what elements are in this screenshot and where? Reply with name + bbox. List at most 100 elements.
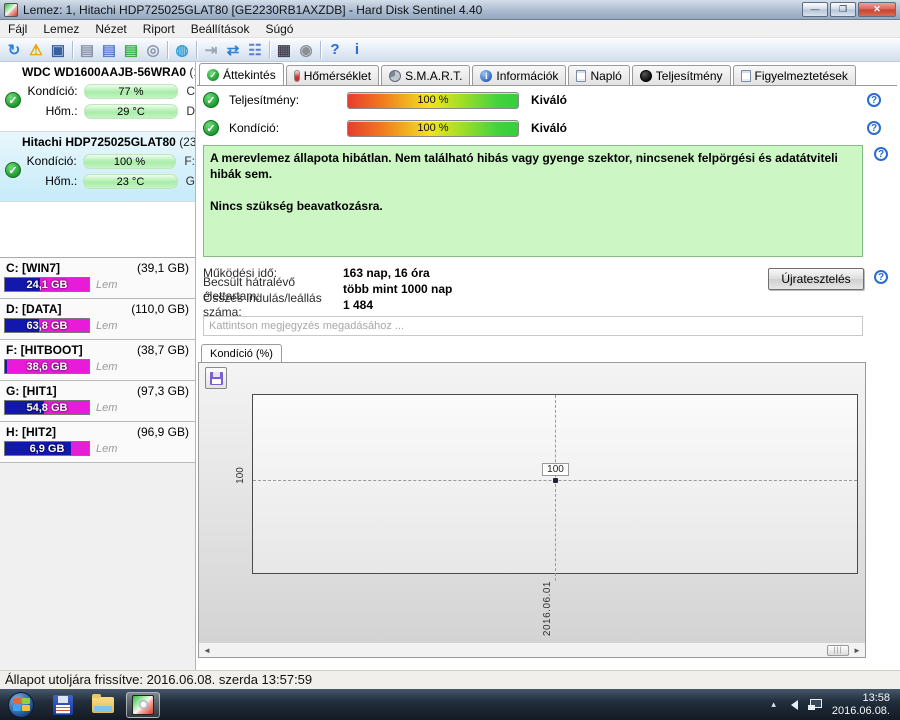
windows-taskbar: ▴ 13:58 2016.06.08.	[0, 689, 900, 720]
help-icon[interactable]: ?	[874, 147, 888, 161]
scrollbar-thumb[interactable]: |||	[827, 645, 849, 656]
partition-letter-clipped: D	[186, 104, 195, 118]
partition-size: (97,3 GB)	[136, 384, 189, 398]
help-icon[interactable]: ?	[874, 270, 888, 284]
info-icon: i	[480, 69, 493, 82]
menu-disk[interactable]: Lemez	[35, 21, 87, 37]
disk-list: ✓ WDC WD1600AAJB-56WRA0 (14 Kondíció: 77…	[0, 62, 195, 258]
restore-button[interactable]: ❐	[830, 2, 856, 17]
disk-size: (14	[189, 65, 195, 79]
close-button[interactable]: ✕	[858, 2, 896, 17]
warning-icon[interactable]: ⚠	[25, 40, 47, 60]
taskbar-explorer-icon[interactable]	[86, 692, 120, 718]
thermometer-icon	[293, 69, 300, 82]
gauge-icon	[389, 69, 402, 82]
volume-icon[interactable]	[786, 699, 798, 710]
disk-ok-icon[interactable]: ▤	[120, 40, 142, 60]
menu-report[interactable]: Riport	[135, 21, 183, 37]
free-space-value: 63,8 GB	[26, 320, 68, 332]
hard-disk-sentinel-icon	[132, 694, 154, 715]
clipped-text: Lem	[96, 278, 118, 291]
tab-performance[interactable]: Teljesítmény	[631, 65, 731, 85]
partition-item-h[interactable]: H: [HIT2](96,9 GB) Szabad terület 6,9 GB…	[0, 422, 195, 463]
save-chart-button[interactable]	[205, 367, 227, 389]
condition-gauge: 100 %	[347, 119, 519, 137]
chart-tab-condition[interactable]: Kondíció (%)	[201, 344, 282, 362]
clipped-text: Lem	[96, 442, 118, 455]
free-space-value: 6,9 GB	[29, 443, 65, 455]
help-icon[interactable]: ?	[324, 40, 346, 60]
disk-search-icon[interactable]: ◎	[142, 40, 164, 60]
sound-icon[interactable]: ◉	[295, 40, 317, 60]
help-icon[interactable]: ?	[867, 121, 881, 135]
condition-gauge: 100 %	[82, 153, 177, 169]
partition-item-g[interactable]: G: [HIT1](97,3 GB) Szabad terület 54,8 G…	[0, 381, 195, 422]
taskbar-hdsentinel-icon[interactable]	[126, 691, 160, 718]
toolbar-separator	[167, 40, 168, 59]
graph-monitor-icon[interactable]: ▦	[273, 40, 295, 60]
report-monitor-icon[interactable]: ▣	[47, 40, 69, 60]
tray-expand-icon[interactable]: ▴	[771, 699, 776, 710]
partition-item-d[interactable]: D: [DATA](110,0 GB) Szabad terület 63,8 …	[0, 299, 195, 340]
disk-temperature-icon[interactable]: ▤	[98, 40, 120, 60]
disk-item-wdc[interactable]: ✓ WDC WD1600AAJB-56WRA0 (14 Kondíció: 77…	[0, 62, 195, 132]
sync-icon[interactable]: ⇄	[222, 40, 244, 60]
condition-rating: Kiváló	[531, 121, 568, 135]
performance-gauge: 100 %	[347, 91, 519, 109]
retest-button[interactable]: Újratesztelés	[768, 268, 864, 290]
tab-alerts[interactable]: Figyelmeztetések	[732, 65, 856, 85]
toolbar: ↻ ⚠ ▣ ▤ ▤ ▤ ◎ ◍ ⇥ ⇄ ☷ ▦ ◉ ? i	[0, 38, 900, 62]
tab-overview[interactable]: ✓ Áttekintés	[199, 63, 284, 85]
vertical-gridline	[555, 395, 556, 581]
tab-smart[interactable]: S.M.A.R.T.	[381, 65, 471, 85]
refresh-icon[interactable]: ↻	[3, 40, 25, 60]
partition-name: D: [DATA]	[6, 302, 62, 316]
floppy-icon	[53, 694, 73, 715]
panel-icon[interactable]: ⇥	[200, 40, 222, 60]
temperature-gauge: 23 °C	[83, 173, 178, 189]
partition-size: (96,9 GB)	[136, 425, 189, 439]
scroll-left-arrow[interactable]: ◄	[201, 645, 213, 656]
network-disks-icon[interactable]: ☷	[244, 40, 266, 60]
partition-name: G: [HIT1]	[6, 384, 57, 398]
tab-log[interactable]: Napló	[568, 65, 630, 85]
menu-file[interactable]: Fájl	[0, 21, 35, 37]
partition-size: (39,1 GB)	[136, 261, 189, 275]
help-icon[interactable]: ?	[867, 93, 881, 107]
minimize-button[interactable]: —	[802, 2, 828, 17]
disk-item-hitachi-selected[interactable]: ✓ Hitachi HDP725025GLAT80 (232, Kondíció…	[0, 132, 195, 202]
condition-label: Kondíció:	[229, 121, 280, 135]
chart-horizontal-scrollbar[interactable]: ◄ ||| ►	[199, 642, 865, 657]
menu-settings[interactable]: Beállítások	[183, 21, 258, 37]
taskbar-save-app-icon[interactable]	[46, 692, 80, 718]
check-icon: ✓	[207, 68, 219, 81]
start-button[interactable]	[8, 691, 34, 718]
tab-temperature[interactable]: Hőmérséklet	[285, 65, 380, 85]
health-message-box: A merevlemez állapota hibátlan. Nem talá…	[203, 145, 863, 257]
about-icon[interactable]: i	[346, 40, 368, 60]
world-icon[interactable]: ◍	[171, 40, 193, 60]
disk-sidebar: ✓ WDC WD1600AAJB-56WRA0 (14 Kondíció: 77…	[0, 62, 196, 670]
tab-information[interactable]: i Információk	[472, 65, 567, 85]
toolbar-separator	[72, 40, 73, 59]
health-message-action: Nincs szükség beavatkozásra.	[210, 199, 383, 214]
scroll-right-arrow[interactable]: ►	[851, 645, 863, 656]
titlebar: Lemez: 1, Hitachi HDP725025GLAT80 [GE223…	[0, 0, 900, 20]
toolbar-separator	[269, 40, 270, 59]
space-usage-bar: 6,9 GB	[4, 441, 90, 456]
performance-label: Teljesítmény:	[229, 93, 300, 107]
network-icon[interactable]	[807, 699, 822, 710]
tabstrip-divider	[197, 85, 897, 86]
menu-view[interactable]: Nézet	[87, 21, 134, 37]
partition-letter-clipped: F:	[184, 154, 195, 168]
partition-item-f[interactable]: F: [HITBOOT](38,7 GB) Szabad terület 38,…	[0, 340, 195, 381]
alerts-page-icon	[740, 69, 751, 82]
menu-help[interactable]: Súgó	[257, 21, 301, 37]
condition-row: ✓ Kondíció: 100 % Kiváló ?	[203, 119, 893, 137]
comment-input[interactable]: Kattintson megjegyzés megadásához ...	[203, 316, 863, 336]
partition-name: F: [HITBOOT]	[6, 343, 83, 357]
disk-test-icon[interactable]: ▤	[76, 40, 98, 60]
partition-item-c[interactable]: C: [WIN7](39,1 GB) Szabad terület 24,1 G…	[0, 258, 195, 299]
tray-clock[interactable]: 13:58 2016.06.08.	[832, 692, 890, 718]
x-axis-tick: 2016.06.01	[542, 581, 553, 637]
